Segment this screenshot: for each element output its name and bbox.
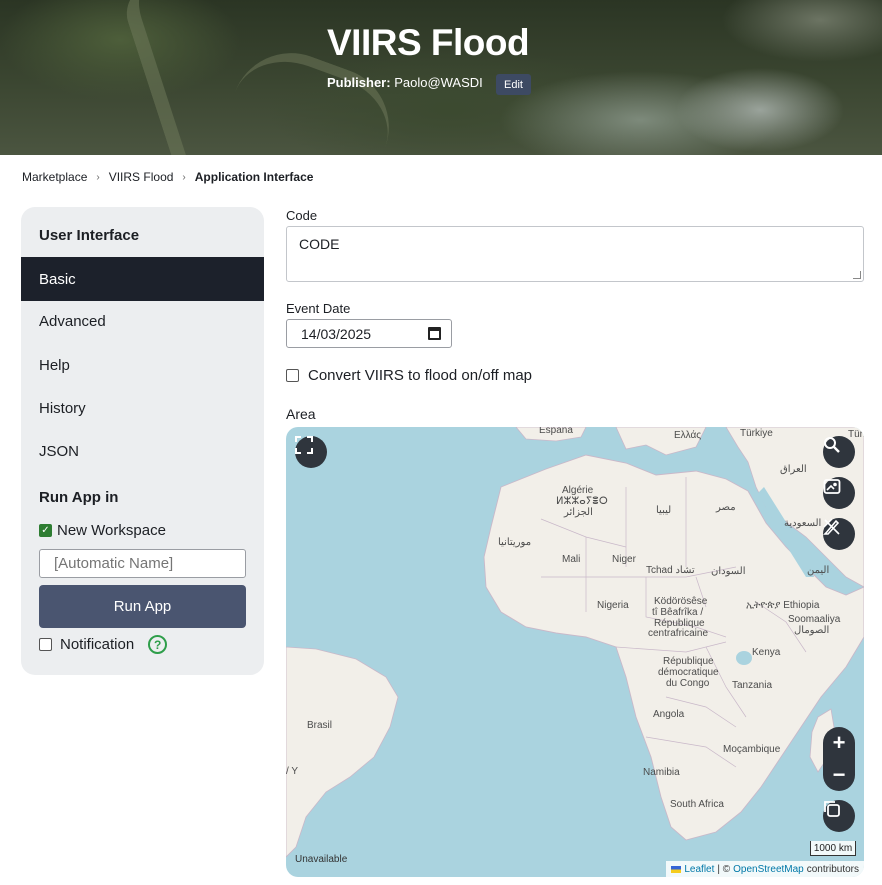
map-label-yemen: اليمن (807, 565, 830, 576)
map-label-libya: ليبيا (656, 505, 672, 516)
map-label-drc-3: du Congo (666, 678, 710, 689)
fullscreen-icon (295, 436, 313, 454)
help-icon[interactable]: ? (148, 635, 168, 654)
attribution-separator: | © (717, 863, 731, 875)
map-label-algerie-ar: الجزائر (564, 507, 593, 518)
run-app-button[interactable]: Run App (39, 585, 246, 628)
map-label-edge-y: / Y (286, 766, 299, 777)
publisher-name: Paolo@WASDI (394, 75, 483, 90)
map-label-brasil: Brasil (307, 720, 333, 731)
sidebar: User Interface Basic Advanced Help Histo… (21, 207, 264, 675)
map-label-turkiye: Türkiye (740, 428, 773, 439)
attribution-tail: contributors (806, 863, 859, 875)
chevron-right-icon: › (96, 171, 100, 183)
image-export-button[interactable] (823, 477, 855, 509)
breadcrumb-app[interactable]: VIIRS Flood (109, 170, 174, 184)
fullscreen-button[interactable] (295, 436, 327, 468)
resize-grip-icon[interactable] (853, 271, 861, 279)
area-map[interactable]: España Ελλάς Türkiye Türk Algérie ⵍⵣⵣⴰⵢⴻ… (286, 427, 864, 877)
map-label-tanzania: Tanzania (732, 680, 773, 691)
breadcrumb-marketplace[interactable]: Marketplace (22, 170, 87, 184)
notification-checkbox[interactable] (39, 638, 52, 651)
zoom-out-button[interactable]: − (823, 759, 855, 791)
map-label-espana: España (539, 427, 573, 436)
map-label-niger: Niger (612, 554, 636, 565)
sidebar-item-basic[interactable]: Basic (21, 257, 264, 301)
run-app-title: Run App in (39, 489, 119, 506)
convert-row: Convert VIIRS to flood on/off map (286, 367, 532, 384)
layers-icon (824, 801, 840, 817)
sidebar-item-history[interactable]: History (21, 386, 264, 430)
map-label-ethiopia: ኢትዮጵያ Ethiopia (746, 600, 820, 611)
draw-edit-icon (823, 518, 840, 535)
map-label-drc-2: démocratique (658, 667, 719, 678)
map-label-algerie: Algérie (562, 485, 594, 496)
image-export-icon (823, 479, 841, 494)
search-icon (824, 437, 840, 453)
breadcrumb: Marketplace › VIIRS Flood › Application … (22, 170, 313, 184)
area-label: Area (286, 406, 316, 422)
chevron-right-icon: › (182, 171, 186, 183)
map-label-sudan: السودان (711, 566, 746, 577)
app-title: VIIRS Flood (327, 22, 530, 63)
map-label-south-africa: South Africa (670, 799, 724, 810)
map-label-somalia-1: Soomaaliya (788, 614, 841, 625)
zoom-control: + − (823, 727, 855, 791)
new-workspace-row: ✓ New Workspace (39, 522, 166, 539)
map-label-tchad: Tchad تشاد (646, 565, 695, 576)
map-label-namibia: Namibia (643, 767, 680, 778)
map-label-algerie-tif: ⵍⵣⵣⴰⵢⴻⵔ (556, 496, 608, 507)
sidebar-item-json[interactable]: JSON (21, 429, 264, 473)
map-label-drc-1: République (663, 656, 714, 667)
map-label-saudi: السعودية (784, 518, 822, 529)
publisher-line: Publisher: Paolo@WASDI (327, 75, 483, 90)
map-label-car-1: Ködörösêse (654, 596, 708, 607)
map-label-kenya: Kenya (752, 647, 781, 658)
map-label-misr: مصر (716, 502, 736, 513)
map-unavailable-text: Unavailable (295, 854, 348, 865)
map-label-iraq: العراق (780, 464, 807, 475)
map-label-somalia-2: الصومال (794, 625, 830, 636)
workspace-name-input[interactable] (39, 549, 246, 578)
map-label-mali: Mali (562, 554, 581, 565)
zoom-in-button[interactable]: + (823, 727, 855, 759)
draw-edit-button[interactable] (823, 518, 855, 550)
event-date-value: 14/03/2025 (301, 325, 372, 342)
map-label-angola: Angola (653, 709, 685, 720)
notification-label: Notification (60, 636, 135, 653)
osm-link[interactable]: OpenStreetMap (733, 864, 804, 875)
code-label: Code (286, 208, 318, 223)
event-date-input[interactable]: 14/03/2025 (286, 319, 452, 348)
sidebar-item-advanced[interactable]: Advanced (21, 299, 264, 343)
convert-label: Convert VIIRS to flood on/off map (308, 367, 533, 384)
sidebar-title: User Interface (39, 227, 140, 244)
leaflet-link[interactable]: Leaflet (684, 864, 714, 875)
event-date-label: Event Date (286, 301, 351, 316)
sidebar-item-help[interactable]: Help (21, 343, 264, 387)
edit-button[interactable]: Edit (496, 74, 531, 95)
code-value: CODE (299, 236, 340, 252)
layers-button[interactable] (823, 800, 855, 832)
new-workspace-checkbox[interactable]: ✓ (39, 524, 52, 537)
hero-banner: VIIRS Flood Publisher: Paolo@WASDI Edit (0, 0, 882, 155)
calendar-icon[interactable] (428, 327, 441, 340)
map-label-mocambique: Moçambique (723, 744, 781, 755)
map-search-button[interactable] (823, 436, 855, 468)
map-label-mauritania: موريتانيا (498, 537, 532, 548)
publisher-label: Publisher: (327, 75, 391, 90)
map-label-ellas: Ελλάς (674, 430, 702, 441)
hero-background-river (119, 0, 241, 155)
map-label-turk: Türk (848, 429, 864, 440)
map-label-car-2: tî Bêafrîka / (652, 607, 704, 618)
notification-row: Notification ? (39, 635, 168, 654)
map-label-car-4: centrafricaine (648, 628, 709, 639)
ukraine-flag-icon (671, 865, 682, 873)
map-label-nigeria: Nigeria (597, 600, 629, 611)
code-textarea[interactable]: CODE (286, 226, 864, 282)
breadcrumb-current: Application Interface (194, 170, 314, 184)
convert-checkbox[interactable] (286, 369, 299, 382)
map-attribution: Leaflet | © OpenStreetMap contributors (666, 861, 864, 877)
new-workspace-label: New Workspace (57, 522, 166, 539)
map-scale: 1000 km (810, 841, 856, 856)
